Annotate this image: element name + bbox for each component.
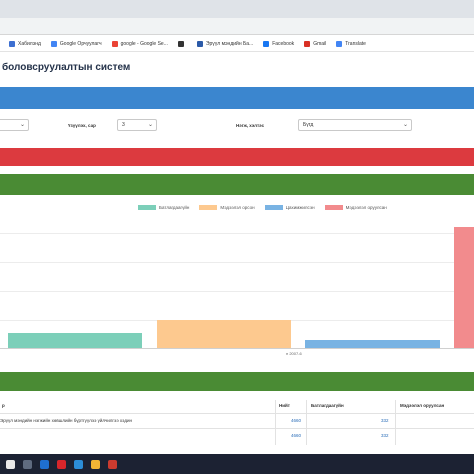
table-header-name: р <box>2 403 5 408</box>
table-cell-name: Эрүүл мэндийн нэгжийн хөвшлийн бүртгүүлэ… <box>0 418 132 423</box>
edge-icon[interactable] <box>74 459 83 469</box>
filter-select-unit-value: Бүгд <box>303 122 314 128</box>
search-icon[interactable] <box>23 459 32 469</box>
bookmark-item[interactable]: Google Орчуулагч <box>50 40 102 47</box>
legend-item[interactable]: Цахимжилсэн <box>264 205 315 210</box>
opera-icon[interactable] <box>57 459 66 469</box>
legend-label: Цахимжилсэн <box>285 205 315 210</box>
explorer-icon[interactable] <box>91 459 100 469</box>
bookmarks-bar: Хабилэнд Google Орчуулагч google - Google … <box>0 36 474 52</box>
bookmark-item[interactable]: Translate <box>336 40 366 47</box>
legend-swatch <box>264 205 283 210</box>
legend-label: Мэдээлэл орсон <box>220 205 255 210</box>
x-tick-label: н 2007-6 <box>286 351 302 356</box>
chart-bar[interactable] <box>305 340 440 348</box>
chart-gridline <box>0 262 474 263</box>
bookmark-item[interactable]: google - Google Se... <box>111 40 168 47</box>
browser-address-bar[interactable] <box>0 18 474 35</box>
legend-swatch <box>138 205 156 210</box>
legend-swatch <box>199 205 218 210</box>
chart-gridline <box>0 291 474 292</box>
chart-bar[interactable] <box>157 320 291 348</box>
filter-select-months[interactable]: 3 ⌄ <box>117 119 157 131</box>
table-cell-total[interactable]: 4660 <box>291 433 301 438</box>
table-row: 4660 332 <box>0 428 474 442</box>
chart-bar[interactable] <box>454 227 474 348</box>
blue-header-band <box>0 87 474 109</box>
chevron-down-icon: ⌄ <box>402 122 408 128</box>
table-cell-unapproved[interactable]: 332 <box>381 433 389 438</box>
legend-item[interactable]: Мэдээлэл орсон <box>199 205 255 210</box>
bookmark-item[interactable]: Хабилэнд <box>9 40 41 47</box>
green-chart-header-band <box>0 174 474 195</box>
windows-taskbar <box>0 454 474 474</box>
green-table-header-band <box>0 372 474 391</box>
red-summary-band <box>0 148 474 166</box>
chart-legend: Батлагдаагүйн Мэдээлэл орсон Цахимжилсэн Мэ… <box>138 205 387 210</box>
chevron-down-icon: ⌄ <box>147 122 153 128</box>
table-header-entered: Мэдээлэл оруулсан <box>400 403 445 408</box>
table-cell-total[interactable]: 4660 <box>291 418 301 423</box>
bookmark-favicon-icon <box>9 40 15 47</box>
legend-swatch <box>324 205 343 210</box>
table-cell-unapproved[interactable]: 332 <box>381 418 389 423</box>
chevron-down-icon: ⌄ <box>19 122 25 128</box>
filter-select-months-value: 3 <box>122 122 125 128</box>
legend-label: Батлагдаагүйн <box>159 205 190 210</box>
legend-item[interactable]: Мэдээлэл оруулсан <box>324 205 387 210</box>
filter-row: ⌄ Үзүүлэх, сар 3 ⌄ Нэгж, хэлтэс Бүгд ⌄ <box>0 117 474 135</box>
table-row: Эрүүл мэндийн нэгжийн хөвшлийн бүртгүүлэ… <box>0 413 474 427</box>
chart-gridline <box>0 233 474 234</box>
filter-select-unit[interactable]: Бүгд ⌄ <box>298 119 412 131</box>
chrome-icon[interactable] <box>108 459 117 469</box>
bookmark-favicon-icon <box>336 40 343 47</box>
page-title: боловсруулалтын систем <box>2 62 131 73</box>
bookmark-favicon-icon <box>304 40 311 47</box>
bookmark-favicon-icon <box>177 40 184 47</box>
bookmark-item[interactable]: Эрүүл мэндийн Ба... <box>196 40 254 47</box>
legend-label: Мэдээлэл оруулсан <box>345 205 387 210</box>
bookmark-favicon-icon <box>50 40 57 47</box>
bookmark-favicon-icon <box>111 40 118 47</box>
filter-select-1[interactable]: ⌄ <box>0 119 29 131</box>
chart-bar[interactable] <box>8 333 142 348</box>
windows-icon[interactable] <box>6 459 15 469</box>
filter-label-months: Үзүүлэх, сар <box>68 123 96 128</box>
bookmark-label: Эрүүл мэндийн Ба... <box>205 40 254 47</box>
browser-tab-strip <box>0 0 474 18</box>
table-header-total: Нийт <box>279 403 290 408</box>
bookmark-label: Хабилэнд <box>18 40 41 47</box>
bookmark-label: Translate <box>345 40 366 47</box>
filter-label-unit: Нэгж, хэлтэс <box>236 123 265 128</box>
bookmark-item[interactable]: Facebook <box>263 40 295 47</box>
chart-x-axis <box>0 348 474 349</box>
bookmark-item[interactable] <box>177 40 187 47</box>
legend-item[interactable]: Батлагдаагүйн <box>138 205 189 210</box>
table-header-unapproved: Батлагдаагүйн <box>311 403 344 408</box>
bookmark-label: Google Орчуулагч <box>59 40 102 47</box>
bookmark-label: google - Google Se... <box>120 40 168 47</box>
bookmark-item[interactable]: Gmail <box>304 40 327 47</box>
outlook-icon[interactable] <box>40 459 49 469</box>
bookmark-favicon-icon <box>196 40 203 47</box>
bookmark-label: Facebook <box>272 40 295 47</box>
bookmark-favicon-icon <box>263 40 270 47</box>
bookmark-label: Gmail <box>313 40 327 47</box>
